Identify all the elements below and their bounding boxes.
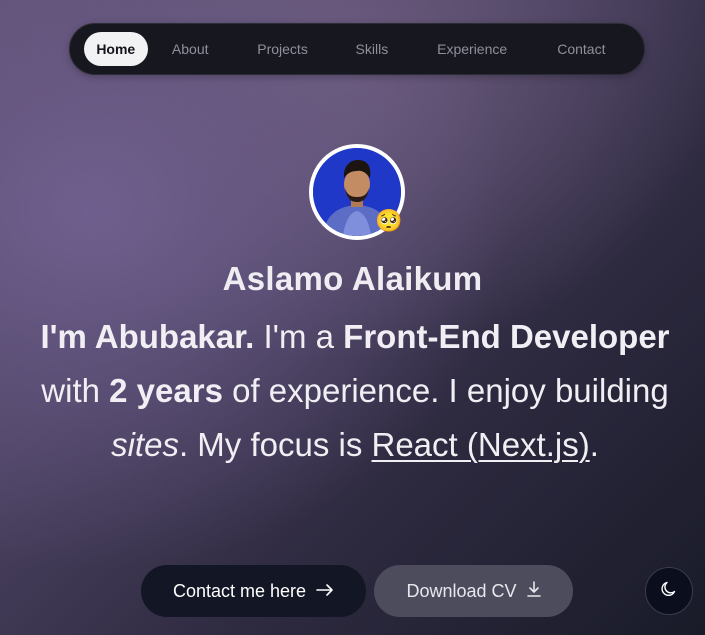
intro-sites: sites [111, 426, 179, 463]
nav-item-home[interactable]: Home [84, 32, 148, 66]
intro-text-part: . My focus is [178, 426, 372, 463]
download-cv-label: Download CV [406, 580, 517, 601]
intro-text-part: of experience. I enjoy building [222, 372, 669, 409]
arrow-right-icon [316, 581, 334, 602]
intro-text-part: I'm a [254, 318, 344, 355]
nav-item-contact[interactable]: Contact [533, 32, 630, 66]
emoji-badge: 🥺 [375, 208, 403, 233]
contact-me-label: Contact me here [172, 580, 307, 601]
nav-item-experience[interactable]: Experience [412, 32, 533, 66]
theme-toggle-button[interactable] [645, 567, 693, 615]
greeting-heading: Aslamo Alaikum [222, 260, 483, 297]
nav-item-projects[interactable]: Projects [233, 32, 332, 66]
download-icon [526, 580, 541, 602]
intro-focus-link[interactable]: React (Next.js) [372, 426, 590, 463]
top-navigation: Home About Projects Skills Experience Co… [69, 23, 645, 75]
nav-item-skills[interactable]: Skills [332, 32, 411, 66]
intro-role: Front-End Developer [343, 318, 670, 355]
intro-years: 2 years [109, 372, 223, 409]
download-cv-button[interactable]: Download CV [374, 565, 573, 617]
nav-item-about[interactable]: About [148, 32, 233, 66]
intro-text: I'm Abubakar. I'm a Front-End Developer … [30, 310, 680, 472]
avatar-container: 🥺 [309, 144, 405, 240]
contact-me-button[interactable]: Contact me here [141, 565, 366, 617]
moon-icon [660, 580, 678, 603]
intro-name: I'm Abubakar. [40, 318, 255, 355]
intro-text-part: . [589, 426, 599, 463]
intro-text-part: with [41, 372, 110, 409]
